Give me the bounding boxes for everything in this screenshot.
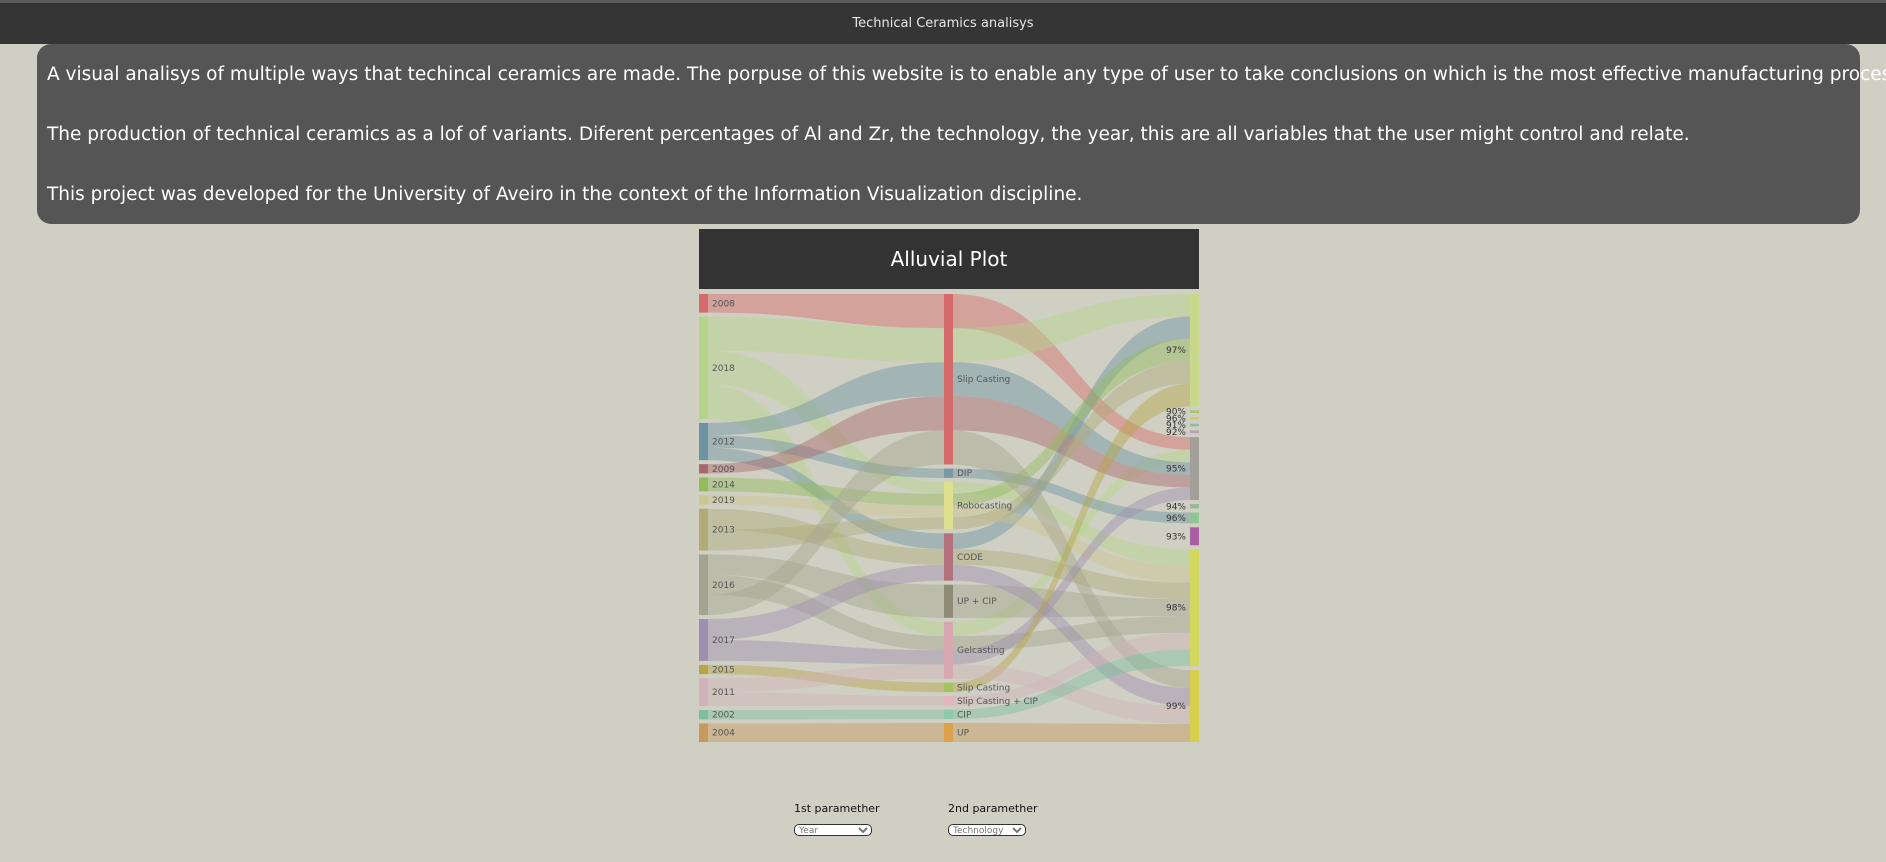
intro-panel: A visual analisys of multiple ways that … bbox=[37, 44, 1886, 224]
node-label: 99% bbox=[1166, 702, 1186, 712]
node-label: 2014 bbox=[712, 480, 735, 490]
alluvial-node[interactable] bbox=[944, 723, 953, 742]
node-label: 92% bbox=[1166, 428, 1186, 438]
alluvial-node[interactable] bbox=[1190, 527, 1199, 546]
alluvial-node[interactable] bbox=[944, 533, 953, 581]
alluvial-plot[interactable]: 2008 2018 2012 2009 2014 2019 2013 2016 2017 2015… bbox=[699, 292, 1199, 744]
node-label: Robocasting bbox=[957, 502, 1012, 512]
alluvial-node[interactable] bbox=[944, 584, 953, 618]
node-label: Slip Casting bbox=[957, 375, 1010, 385]
alluvial-node[interactable] bbox=[1190, 512, 1199, 524]
node-label: 2018 bbox=[712, 364, 735, 374]
alluvial-flow[interactable] bbox=[708, 692, 944, 707]
alluvial-node[interactable] bbox=[699, 508, 708, 551]
alluvial-node[interactable] bbox=[699, 723, 708, 742]
alluvial-node[interactable] bbox=[944, 621, 953, 679]
intro-paragraph: This project was developed for the Unive… bbox=[47, 184, 1083, 205]
node-label: UP bbox=[957, 729, 970, 739]
plot-title: Alluvial Plot bbox=[890, 247, 1008, 271]
node-label: Slip Casting bbox=[957, 683, 1010, 693]
alluvial-node[interactable] bbox=[699, 554, 708, 616]
intro-paragraph: The production of technical ceramics as … bbox=[47, 124, 1690, 145]
alluvial-flow[interactable] bbox=[708, 723, 944, 742]
second-parameter-control: 2nd paramether Technology bbox=[948, 802, 1038, 836]
node-label: 98% bbox=[1166, 604, 1186, 614]
alluvial-node[interactable] bbox=[1190, 423, 1199, 427]
node-label: 95% bbox=[1166, 465, 1186, 475]
second-parameter-label: 2nd paramether bbox=[948, 802, 1038, 815]
alluvial-node[interactable] bbox=[944, 481, 953, 530]
alluvial-node[interactable] bbox=[1190, 294, 1199, 407]
alluvial-node[interactable] bbox=[944, 696, 953, 706]
node-label: 2011 bbox=[712, 688, 735, 698]
alluvial-node[interactable] bbox=[1190, 410, 1199, 414]
node-label: Slip Casting + CIP bbox=[957, 697, 1038, 707]
node-label: 2009 bbox=[712, 465, 735, 475]
alluvial-node[interactable] bbox=[1190, 549, 1199, 667]
alluvial-node[interactable] bbox=[699, 678, 708, 707]
alluvial-node[interactable] bbox=[944, 294, 953, 465]
alluvial-node[interactable] bbox=[1190, 670, 1199, 742]
alluvial-node[interactable] bbox=[699, 464, 708, 474]
first-parameter-control: 1st paramether Year bbox=[794, 802, 880, 836]
node-label: 2008 bbox=[712, 299, 735, 309]
node-label: DIP bbox=[957, 469, 973, 479]
node-label: 2013 bbox=[712, 526, 735, 536]
second-parameter-select[interactable]: Technology bbox=[948, 824, 1026, 836]
node-label: 2015 bbox=[712, 666, 735, 676]
intro-paragraph: A visual analisys of multiple ways that … bbox=[47, 64, 1886, 85]
alluvial-node[interactable] bbox=[699, 495, 708, 505]
window-title: Technical Ceramics analisys bbox=[852, 16, 1034, 31]
node-label: CIP bbox=[957, 710, 972, 720]
alluvial-node[interactable] bbox=[699, 477, 708, 492]
node-label: Gelcasting bbox=[957, 646, 1005, 656]
alluvial-node[interactable] bbox=[699, 294, 708, 313]
alluvial-flow[interactable] bbox=[708, 709, 944, 720]
node-label: 2019 bbox=[712, 496, 735, 506]
alluvial-node[interactable] bbox=[944, 468, 953, 478]
node-label: 96% bbox=[1166, 514, 1186, 524]
node-label: 94% bbox=[1166, 502, 1186, 512]
window-titlebar: Technical Ceramics analisys bbox=[0, 0, 1886, 44]
first-parameter-select[interactable]: Year bbox=[794, 824, 872, 836]
plot-title-bar: Alluvial Plot bbox=[699, 229, 1199, 289]
node-label: 97% bbox=[1166, 346, 1186, 356]
alluvial-node[interactable] bbox=[699, 619, 708, 661]
alluvial-node[interactable] bbox=[699, 664, 708, 675]
alluvial-flow[interactable] bbox=[953, 723, 1190, 742]
alluvial-node[interactable] bbox=[944, 709, 953, 720]
node-label: 2012 bbox=[712, 438, 735, 448]
alluvial-node[interactable] bbox=[1190, 437, 1199, 501]
node-label: 2004 bbox=[712, 729, 735, 739]
node-label: 2016 bbox=[712, 581, 735, 591]
node-label: 93% bbox=[1166, 532, 1186, 542]
node-label: CODE bbox=[957, 553, 983, 563]
first-parameter-label: 1st paramether bbox=[794, 802, 880, 815]
node-label: 2002 bbox=[712, 711, 735, 721]
alluvial-node[interactable] bbox=[699, 710, 708, 720]
alluvial-node[interactable] bbox=[1190, 430, 1199, 434]
alluvial-node[interactable] bbox=[944, 682, 953, 693]
node-label: 2017 bbox=[712, 636, 735, 646]
alluvial-node[interactable] bbox=[1190, 504, 1199, 509]
node-label: UP + CIP bbox=[957, 597, 997, 607]
alluvial-node[interactable] bbox=[699, 422, 708, 461]
alluvial-node[interactable] bbox=[699, 316, 708, 419]
alluvial-node[interactable] bbox=[1190, 417, 1199, 420]
